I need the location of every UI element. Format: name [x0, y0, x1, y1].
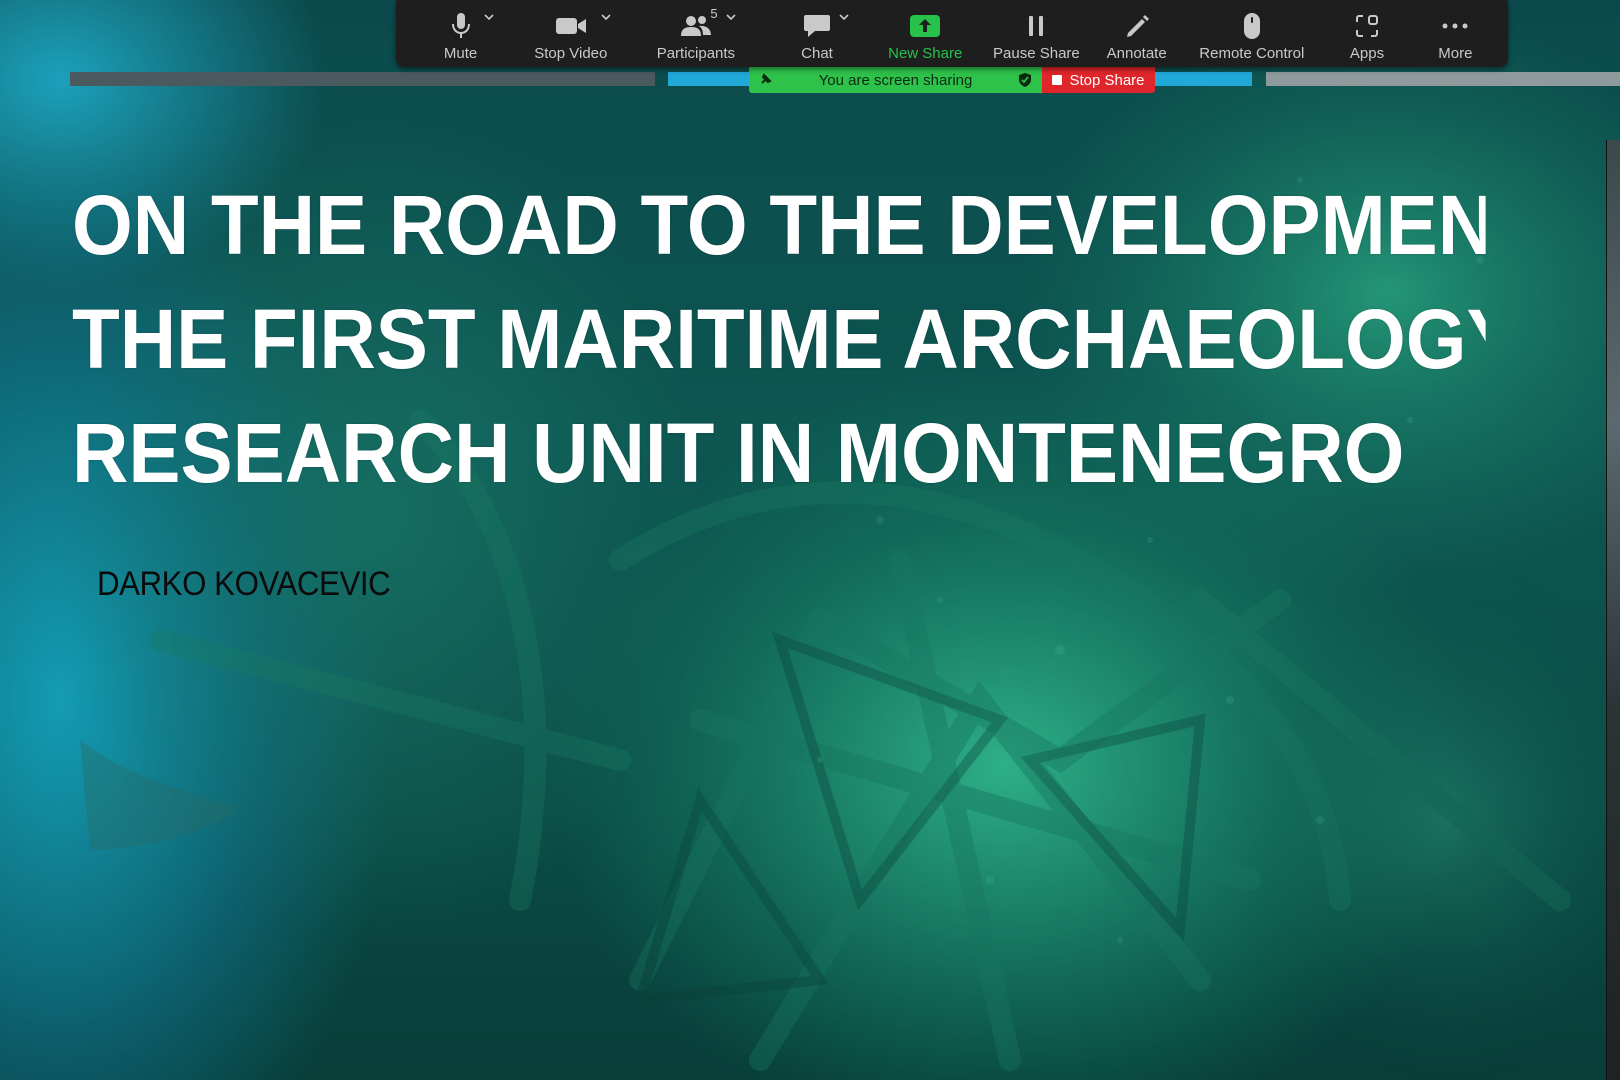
apps-icon: [1354, 9, 1380, 43]
shared-screen-slide: ON THE ROAD TO THE DEVELOPMENT THE FIRST…: [0, 0, 1620, 1080]
participants-label: Participants: [656, 45, 736, 62]
new-share-label: New Share: [888, 45, 963, 62]
meeting-toolbar: Mute Stop Video 5 Participants Chat New …: [396, 0, 1508, 67]
mouse-icon: [1242, 9, 1262, 43]
chevron-down-icon[interactable]: [601, 12, 611, 22]
chevron-down-icon[interactable]: [484, 12, 494, 22]
screen-sharing-status: You are screen sharing: [818, 71, 973, 89]
pin-icon[interactable]: [759, 72, 773, 90]
screen-sharing-indicator[interactable]: You are screen sharing: [749, 67, 1042, 93]
chat-label: Chat: [801, 45, 833, 62]
mute-button[interactable]: Mute: [406, 0, 515, 67]
slide-title-line-2: THE FIRST MARITIME ARCHAEOLOGY: [72, 292, 1486, 386]
chat-bubble-icon: [803, 9, 831, 43]
slide-author: DARKO KOVACEVIC: [97, 565, 391, 603]
chevron-down-icon[interactable]: [839, 12, 849, 22]
underwater-shipwreck-image: [80, 60, 1620, 1080]
stop-icon: [1052, 75, 1063, 85]
pause-share-button[interactable]: Pause Share: [982, 0, 1091, 67]
participants-icon: [680, 9, 712, 43]
stop-video-label: Stop Video: [534, 45, 608, 62]
share-frame-left: [70, 72, 655, 86]
stop-video-button[interactable]: Stop Video: [515, 0, 626, 67]
participants-button[interactable]: 5 Participants: [626, 0, 765, 67]
apps-button[interactable]: Apps: [1321, 0, 1412, 67]
annotate-label: Annotate: [1106, 45, 1167, 62]
slide-title: ON THE ROAD TO THE DEVELOPMENT THE FIRST…: [72, 168, 1486, 510]
pencil-icon: [1124, 9, 1150, 43]
share-frame-right: [1266, 72, 1620, 86]
more-dots-icon: [1441, 9, 1469, 43]
new-share-button[interactable]: New Share: [869, 0, 982, 67]
chevron-down-icon[interactable]: [726, 12, 736, 22]
shield-icon: [1018, 72, 1032, 92]
chat-button[interactable]: Chat: [765, 0, 868, 67]
more-button[interactable]: More: [1413, 0, 1498, 67]
participants-count: 5: [710, 6, 718, 21]
video-camera-icon: [555, 9, 587, 43]
apps-label: Apps: [1349, 45, 1385, 62]
annotate-button[interactable]: Annotate: [1091, 0, 1182, 67]
microphone-icon: [451, 9, 471, 43]
slide-title-line-3: RESEARCH UNIT IN MONTENEGRO: [72, 406, 1405, 500]
pause-icon: [1026, 9, 1046, 43]
slide-title-line-1: ON THE ROAD TO THE DEVELOPMENT: [72, 178, 1486, 272]
more-label: More: [1438, 45, 1473, 62]
remote-control-label: Remote Control: [1199, 45, 1305, 62]
stop-share-button[interactable]: Stop Share: [1042, 67, 1155, 93]
background-window-edge: [1606, 140, 1620, 1080]
stop-share-label: Stop Share: [1069, 71, 1145, 89]
pause-share-label: Pause Share: [993, 45, 1080, 62]
share-screen-icon: [909, 9, 941, 43]
mute-label: Mute: [443, 45, 478, 62]
remote-control-button[interactable]: Remote Control: [1182, 0, 1321, 67]
